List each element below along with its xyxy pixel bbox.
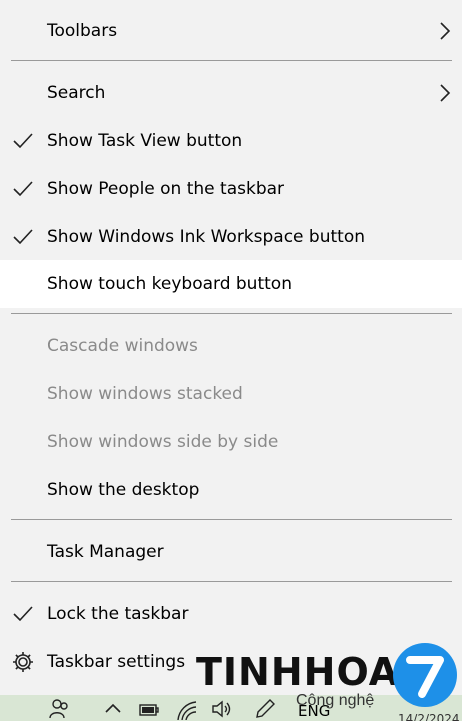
menu-item-label: Show the desktop bbox=[47, 480, 200, 500]
menu-item-label: Taskbar settings bbox=[47, 652, 186, 672]
menu-item-show-windows-stacked: Show windows stacked bbox=[0, 370, 462, 418]
menu-separator bbox=[11, 519, 452, 520]
menu-item-show-touch-keyboard[interactable]: Show touch keyboard button bbox=[0, 260, 462, 308]
watermark-subtitle: Công nghệ bbox=[296, 692, 375, 709]
menu-item-label: Lock the taskbar bbox=[47, 604, 189, 624]
chevron-right-icon bbox=[440, 22, 451, 40]
checkmark-icon bbox=[13, 606, 33, 622]
people-icon[interactable] bbox=[48, 698, 70, 720]
menu-item-label: Show windows stacked bbox=[47, 384, 243, 404]
checkmark-icon bbox=[13, 229, 33, 245]
menu-item-label: Task Manager bbox=[47, 542, 164, 562]
menu-separator bbox=[11, 313, 452, 314]
chevron-up-icon[interactable] bbox=[102, 698, 124, 720]
menu-item-show-windows-side-by-side: Show windows side by side bbox=[0, 418, 462, 466]
menu-item-label: Show windows side by side bbox=[47, 432, 279, 452]
menu-item-search[interactable]: Search bbox=[0, 69, 462, 117]
menu-item-label: Show People on the taskbar bbox=[47, 179, 285, 199]
menu-item-lock-taskbar[interactable]: Lock the taskbar bbox=[0, 590, 462, 638]
menu-item-cascade-windows: Cascade windows bbox=[0, 322, 462, 370]
taskbar-context-menu: Toolbars Search Show Task View button Sh… bbox=[0, 0, 462, 695]
menu-item-toolbars[interactable]: Toolbars bbox=[0, 7, 462, 55]
menu-item-label: Show touch keyboard button bbox=[47, 274, 292, 294]
checkmark-icon bbox=[13, 181, 33, 197]
watermark: TINHHOA Công nghệ bbox=[196, 642, 462, 721]
menu-item-label: Show Windows Ink Workspace button bbox=[47, 227, 365, 247]
menu-separator bbox=[11, 581, 452, 582]
watermark-brand: TINHHOA bbox=[196, 650, 400, 694]
checkmark-icon bbox=[13, 133, 33, 149]
menu-item-show-people[interactable]: Show People on the taskbar bbox=[0, 165, 462, 213]
menu-item-show-ink-workspace[interactable]: Show Windows Ink Workspace button bbox=[0, 213, 462, 261]
brand-logo bbox=[393, 643, 457, 707]
chevron-right-icon bbox=[440, 84, 451, 102]
menu-item-label: Cascade windows bbox=[47, 336, 198, 356]
menu-separator bbox=[11, 60, 452, 61]
menu-item-label: Show Task View button bbox=[47, 131, 243, 151]
menu-item-show-desktop[interactable]: Show the desktop bbox=[0, 466, 462, 514]
menu-item-show-task-view[interactable]: Show Task View button bbox=[0, 117, 462, 165]
menu-item-label: Toolbars bbox=[47, 21, 118, 41]
gear-icon bbox=[13, 652, 33, 672]
menu-item-task-manager[interactable]: Task Manager bbox=[0, 528, 462, 576]
wifi-icon[interactable] bbox=[176, 698, 198, 720]
menu-item-label: Search bbox=[47, 83, 106, 103]
battery-icon[interactable] bbox=[138, 698, 160, 720]
